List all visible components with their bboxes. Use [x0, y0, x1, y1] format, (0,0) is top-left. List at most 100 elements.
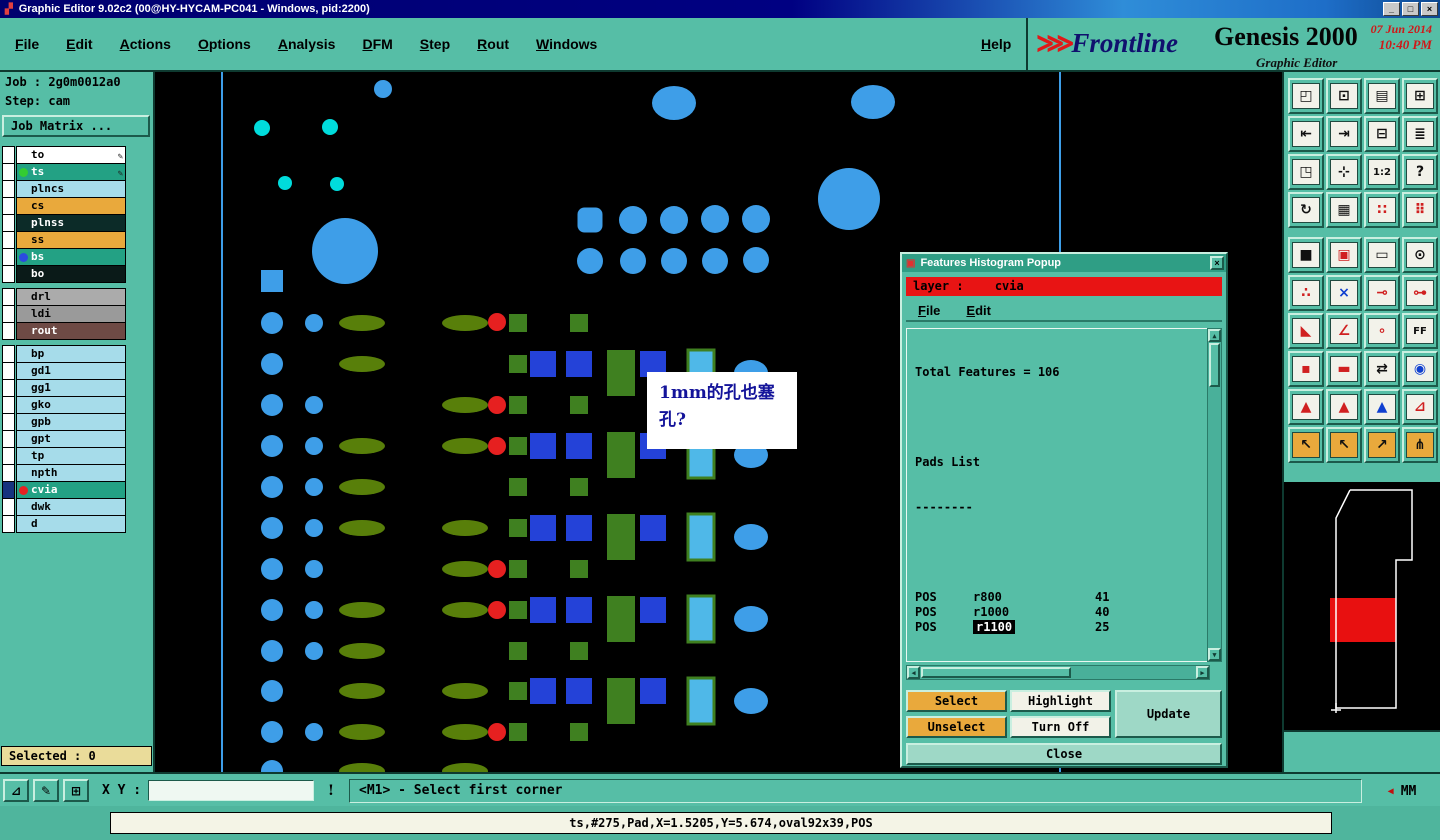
line-red-button[interactable]: ▬ — [1326, 351, 1362, 387]
layer-row-gd1[interactable]: gd1 — [2, 362, 126, 380]
list-button[interactable]: ≣ — [1402, 116, 1438, 152]
layer-checkbox-ss[interactable] — [2, 231, 15, 249]
layer-row-ss[interactable]: ss — [2, 231, 126, 249]
popup-horizontal-scrollbar[interactable]: ◀ ▶ — [906, 665, 1210, 680]
help-button[interactable]: ? — [1402, 154, 1438, 190]
menu-options[interactable]: Options — [198, 36, 251, 52]
layer-checkbox-cvia[interactable] — [2, 481, 15, 499]
layer-checkbox-d[interactable] — [2, 515, 15, 533]
close-button[interactable]: × — [1421, 2, 1438, 16]
layer-name-ldi[interactable]: ldi — [16, 305, 126, 323]
update-button[interactable]: Update — [1115, 690, 1222, 738]
layer-checkbox-to[interactable] — [2, 146, 15, 164]
menu-help[interactable]: Help — [981, 36, 1011, 52]
dock-left-button[interactable]: ⇤ — [1288, 116, 1324, 152]
layer-row-cvia[interactable]: cvia — [2, 481, 126, 499]
pad-filled-button[interactable]: ■ — [1288, 237, 1324, 273]
zoom-scale-button[interactable]: 1:2 — [1364, 154, 1400, 190]
layer-name-cvia[interactable]: cvia — [16, 481, 126, 499]
layer-name-gko[interactable]: gko — [16, 396, 126, 414]
rotate-button[interactable]: ↻ — [1288, 192, 1324, 228]
layer-name-ts[interactable]: ts ✎ — [16, 163, 126, 181]
angle-button[interactable]: ⊿ — [1402, 389, 1438, 425]
layer-checkbox-drl[interactable] — [2, 288, 15, 306]
dfm-info-button[interactable]: ▲ — [1364, 389, 1400, 425]
pan-button[interactable]: ⊹ — [1326, 154, 1362, 190]
menu-file[interactable]: File — [15, 36, 39, 52]
swap-button[interactable]: ⇄ — [1364, 351, 1400, 387]
clipboard-button[interactable]: ▤ — [1364, 78, 1400, 114]
layer-name-rout[interactable]: rout — [16, 322, 126, 340]
layer-name-gpt[interactable]: gpt — [16, 430, 126, 448]
xy-input[interactable] — [148, 780, 314, 801]
layer-name-gpb[interactable]: gpb — [16, 413, 126, 431]
layer-checkbox-bs[interactable] — [2, 248, 15, 266]
highlight-button[interactable]: Highlight — [1010, 690, 1111, 712]
menu-actions[interactable]: Actions — [120, 36, 171, 52]
layer-name-gg1[interactable]: gg1 — [16, 379, 126, 397]
net-points-button[interactable]: ∴ — [1288, 275, 1324, 311]
layer-row-ldi[interactable]: ldi — [2, 305, 126, 323]
menu-windows[interactable]: Windows — [536, 36, 597, 52]
ruler-button[interactable]: ▭ — [1364, 237, 1400, 273]
layer-name-dwk[interactable]: dwk — [16, 498, 126, 516]
menu-analysis[interactable]: Analysis — [278, 36, 336, 52]
job-matrix-button[interactable]: Job Matrix ... — [2, 115, 150, 137]
tile-windows-button[interactable]: ⊞ — [1402, 78, 1438, 114]
popup-menu-edit[interactable]: Edit — [966, 303, 991, 318]
pads-list-row[interactable]: POS r800 41 — [915, 590, 1209, 605]
layer-name-ss[interactable]: ss — [16, 231, 126, 249]
menu-dfm[interactable]: DFM — [362, 36, 392, 52]
layer-name-bs[interactable]: bs — [16, 248, 126, 266]
pads-list-row[interactable]: POS r1100 25 — [915, 620, 1209, 635]
layer-checkbox-gd1[interactable] — [2, 362, 15, 380]
layer-name-npth[interactable]: npth — [16, 464, 126, 482]
layer-checkbox-dwk[interactable] — [2, 498, 15, 516]
units-button[interactable]: ◀ MM — [1369, 779, 1435, 803]
layer-checkbox-plncs[interactable] — [2, 180, 15, 198]
grid-button[interactable]: ▦ — [1326, 192, 1362, 228]
layer-checkbox-ts[interactable] — [2, 163, 15, 181]
panel-button[interactable]: ⊟ — [1364, 116, 1400, 152]
layer-name-plncs[interactable]: plncs — [16, 180, 126, 198]
layer-row-plnss[interactable]: plnss — [2, 214, 126, 232]
screen-button[interactable]: ⊡ — [1326, 78, 1362, 114]
ff-button[interactable]: FF — [1402, 313, 1438, 349]
layer-row-bp[interactable]: bp — [2, 345, 126, 363]
triangle-ruler-button[interactable]: ◣ — [1288, 313, 1324, 349]
layer-row-drl[interactable]: drl — [2, 288, 126, 306]
zoom-area-button[interactable]: ◳ — [1288, 154, 1324, 190]
vertical-scroll-thumb[interactable] — [1209, 343, 1220, 387]
probe-left-button[interactable]: ⊸ — [1364, 275, 1400, 311]
select-button[interactable]: Select — [906, 690, 1007, 712]
pad-red-button[interactable]: ▪ — [1288, 351, 1324, 387]
pad-symbol[interactable]: r1100 — [973, 620, 1016, 634]
layer-checkbox-gg1[interactable] — [2, 379, 15, 397]
unselect-button[interactable]: Unselect — [906, 716, 1007, 738]
layer-checkbox-cs[interactable] — [2, 197, 15, 215]
dfm-alert-button[interactable]: ▲ — [1288, 389, 1324, 425]
menu-edit[interactable]: Edit — [66, 36, 92, 52]
layer-row-gpt[interactable]: gpt — [2, 430, 126, 448]
layer-row-bs[interactable]: bs — [2, 248, 126, 266]
red-blue-pair-button[interactable]: ∷ — [1364, 192, 1400, 228]
layer-name-d[interactable]: d — [16, 515, 126, 533]
layer-row-cs[interactable]: cs — [2, 197, 126, 215]
erase-button[interactable]: × — [1326, 275, 1362, 311]
close-popup-button[interactable]: Close — [906, 743, 1222, 765]
pad-dotted-button[interactable]: ⊙ — [1402, 237, 1438, 273]
popup-close-button[interactable]: × — [1210, 256, 1224, 270]
layer-checkbox-rout[interactable] — [2, 322, 15, 340]
layer-checkbox-gpb[interactable] — [2, 413, 15, 431]
pads-list-row[interactable]: POS r1000 40 — [915, 605, 1209, 620]
layer-row-plncs[interactable]: plncs — [2, 180, 126, 198]
edit-arrow-button[interactable]: ↖ — [1326, 427, 1362, 463]
scroll-up-icon[interactable]: ▲ — [1208, 329, 1221, 342]
layer-name-plnss[interactable]: plnss — [16, 214, 126, 232]
layer-name-bo[interactable]: bo — [16, 265, 126, 283]
slope-button[interactable]: ∠ — [1326, 313, 1362, 349]
corner-tool-button[interactable]: ⊿ — [3, 779, 29, 802]
layer-name-to[interactable]: to ✎ — [16, 146, 126, 164]
layer-row-rout[interactable]: rout — [2, 322, 126, 340]
layer-name-drl[interactable]: drl — [16, 288, 126, 306]
